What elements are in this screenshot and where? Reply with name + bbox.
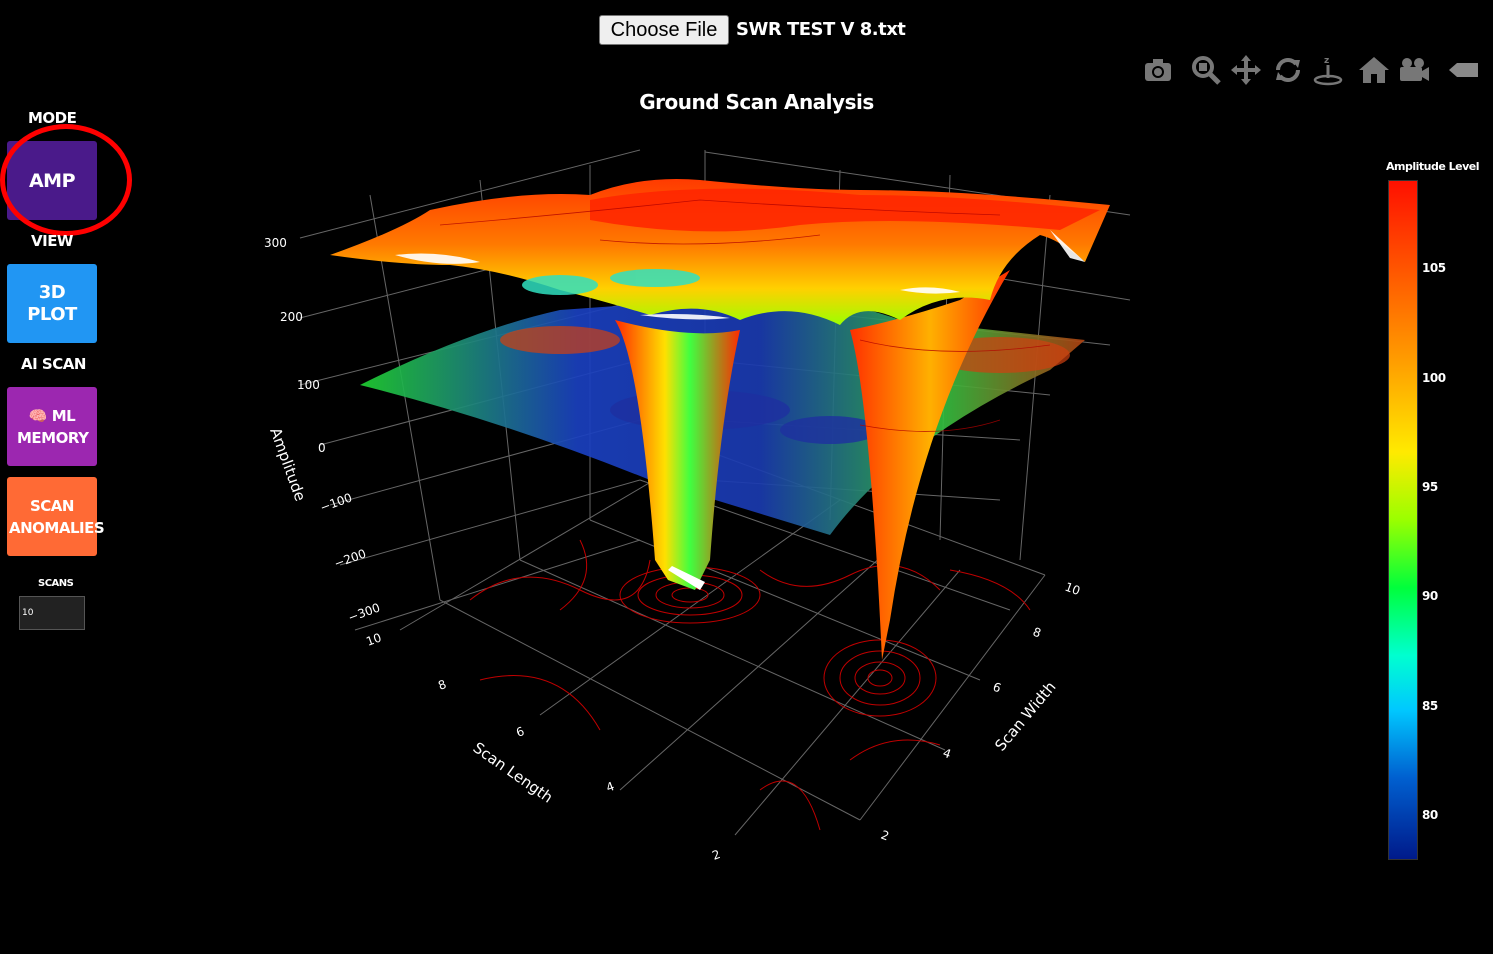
x-axis-title: Scan Length xyxy=(470,739,556,807)
z-axis-title: Amplitude xyxy=(266,425,309,503)
z-tick: −200 xyxy=(332,546,368,570)
y-tick: 10 xyxy=(1063,580,1082,598)
y-tick: 4 xyxy=(941,746,953,762)
colorbar xyxy=(1388,180,1418,860)
colorbar-tick: 105 xyxy=(1422,261,1446,275)
z-tick: 0 xyxy=(318,441,326,455)
y-axis-title: Scan Width xyxy=(991,678,1059,755)
z-tick: −100 xyxy=(318,490,354,514)
x-tick: 10 xyxy=(364,630,383,648)
3d-scene[interactable]: 300 200 100 0 −100 −200 −300 10 8 6 4 2 … xyxy=(0,0,1493,954)
y-tick: 2 xyxy=(879,828,891,844)
floor-contours xyxy=(469,539,1031,831)
z-tick: 100 xyxy=(297,378,320,392)
y-tick: 8 xyxy=(1031,625,1043,641)
x-tick: 6 xyxy=(514,724,526,740)
x-tick: 8 xyxy=(436,677,448,693)
colorbar-tick: 85 xyxy=(1422,699,1438,713)
colorbar-tick: 100 xyxy=(1422,371,1446,385)
z-tick: 200 xyxy=(280,310,303,324)
colorbar-tick: 80 xyxy=(1422,808,1438,822)
colorbar-tick: 90 xyxy=(1422,589,1438,603)
colorbar-tick: 95 xyxy=(1422,480,1438,494)
x-tick: 4 xyxy=(604,779,616,795)
z-tick: −300 xyxy=(346,600,382,624)
colorbar-title: Amplitude Level xyxy=(1386,160,1480,173)
y-tick: 6 xyxy=(991,680,1003,696)
x-tick: 2 xyxy=(710,847,722,863)
z-tick: 300 xyxy=(264,236,287,250)
